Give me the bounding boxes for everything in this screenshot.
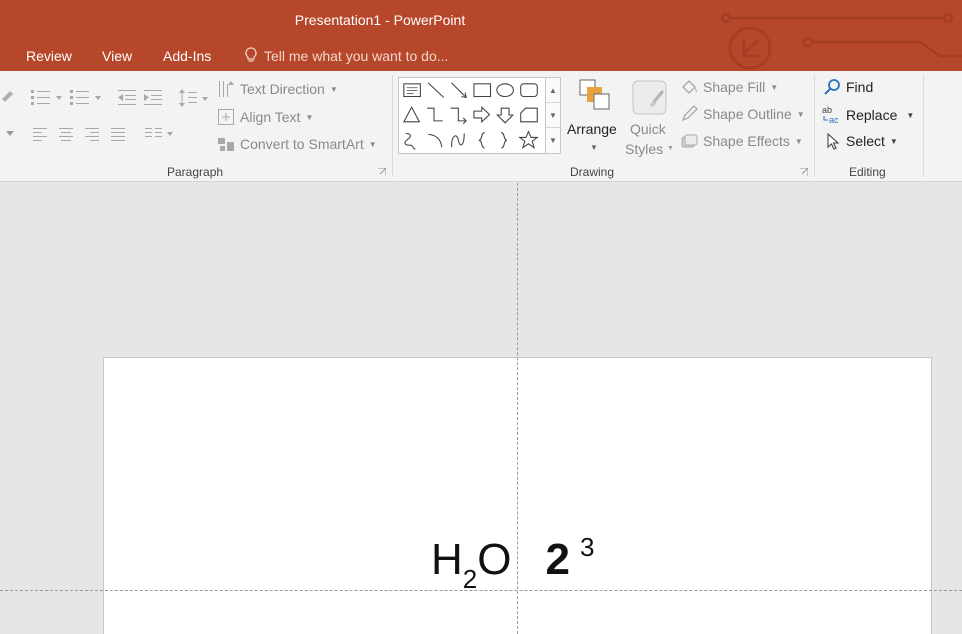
tab-review[interactable]: Review (26, 48, 72, 64)
replace-button[interactable]: ab ac Replace ▼ (821, 105, 914, 125)
chevron-down-icon: ▼ (770, 82, 779, 92)
tab-add-ins[interactable]: Add-Ins (163, 48, 211, 64)
search-icon (824, 79, 840, 95)
columns-icon[interactable] (144, 127, 176, 141)
power-base: 2 (545, 535, 570, 584)
chevron-down-icon: ▼ (368, 139, 377, 149)
align-text-icon (218, 109, 234, 125)
arrange-label: Arrange (567, 121, 617, 137)
quick-styles-button[interactable]: Quick Styles ▼ (624, 77, 676, 161)
justify-icon[interactable] (110, 127, 126, 141)
chevron-down-icon: ▼ (667, 145, 674, 152)
convert-smartart-button[interactable]: Convert to SmartArt ▼ (217, 135, 377, 153)
tell-me-placeholder: Tell me what you want to do... (264, 47, 449, 64)
gallery-scroll[interactable]: ▲ ▼ ▼ (545, 77, 561, 154)
cursor-arrow-icon (827, 132, 840, 150)
formula-subscript: 2 (462, 564, 478, 594)
find-button[interactable]: Find (823, 78, 873, 96)
bullets-icon[interactable] (30, 88, 64, 106)
shape-fill-button[interactable]: Shape Fill ▼ (680, 78, 778, 96)
numbering-icon[interactable] (69, 88, 103, 106)
shapes-gallery[interactable] (398, 77, 546, 154)
group-separator (392, 75, 393, 177)
svg-text:ac: ac (829, 115, 839, 125)
chevron-down-icon[interactable] (6, 131, 14, 137)
format-painter-icon[interactable] (0, 87, 14, 103)
chevron-down-icon: ▼ (889, 136, 898, 146)
smartart-icon (218, 138, 234, 151)
group-separator (923, 75, 924, 177)
chevron-down-icon: ▼ (796, 109, 805, 119)
shape-effects-button[interactable]: Shape Effects ▼ (680, 132, 803, 150)
align-right-icon[interactable] (84, 127, 100, 141)
align-text-label: Align Text (240, 109, 301, 125)
svg-text:ab: ab (822, 105, 832, 115)
tab-view[interactable]: View (102, 48, 132, 64)
shape-effects-label: Shape Effects (703, 133, 790, 149)
ribbon: Text Direction ▼ Align Text ▼ Convert to… (0, 71, 962, 182)
chevron-down-icon: ▼ (305, 112, 314, 122)
text-direction-icon (219, 81, 234, 97)
group-separator (814, 75, 815, 177)
select-button[interactable]: Select ▼ (825, 132, 898, 150)
power-exponent: 3 (579, 532, 595, 562)
slide-text-box[interactable]: H2O 2 3 (431, 532, 595, 594)
shape-outline-label: Shape Outline (703, 106, 792, 122)
tell-me-box[interactable]: Tell me what you want to do... (244, 47, 448, 64)
formula-base: H (431, 535, 463, 584)
decrease-indent-icon[interactable] (117, 88, 137, 106)
shape-effects-icon (681, 134, 698, 148)
text-direction-label: Text Direction (240, 81, 325, 97)
align-left-icon[interactable] (32, 127, 48, 141)
gallery-more-icon[interactable]: ▼ (546, 128, 560, 153)
convert-smartart-label: Convert to SmartArt (240, 136, 364, 152)
align-text-button[interactable]: Align Text ▼ (217, 107, 313, 127)
replace-label: Replace (846, 107, 898, 123)
drawing-group-label: Drawing (570, 165, 615, 179)
chevron-down-icon: ▼ (329, 84, 338, 94)
slide-canvas[interactable]: H2O 2 3 (0, 183, 962, 634)
quick-styles-label-2: Styles (625, 141, 664, 157)
paragraph-dialog-launcher-icon[interactable] (378, 168, 386, 176)
arrange-button[interactable]: Arrange ▼ (564, 77, 624, 161)
line-spacing-icon[interactable] (178, 88, 210, 108)
window-title: Presentation1 - PowerPoint (294, 12, 466, 28)
lightbulb-icon (245, 47, 257, 62)
pencil-icon (681, 105, 698, 122)
chevron-down-icon: ▼ (906, 110, 915, 120)
chevron-down-icon: ▼ (794, 136, 803, 146)
align-center-icon[interactable] (58, 127, 74, 141)
quick-styles-icon (632, 80, 667, 115)
gallery-scroll-up-icon[interactable]: ▲ (546, 78, 560, 103)
paragraph-group-label: Paragraph (167, 165, 224, 179)
arrange-icon (579, 79, 610, 110)
increase-indent-icon[interactable] (143, 88, 163, 106)
select-label: Select (846, 133, 885, 149)
chevron-down-icon: ▼ (590, 143, 598, 152)
text-direction-button[interactable]: Text Direction ▼ (217, 79, 338, 99)
drawing-dialog-launcher-icon[interactable] (800, 168, 808, 176)
shape-fill-label: Shape Fill (703, 79, 766, 95)
circuit-decoration (720, 12, 962, 70)
paint-bucket-icon (682, 80, 697, 94)
formula-end: O (477, 535, 512, 584)
replace-icon: abac (822, 105, 839, 125)
gallery-scroll-down-icon[interactable]: ▼ (546, 103, 560, 128)
horizontal-guide[interactable] (0, 590, 962, 591)
shape-outline-button[interactable]: Shape Outline ▼ (680, 105, 805, 123)
find-label: Find (846, 79, 874, 95)
editing-group-label: Editing (849, 165, 886, 179)
quick-styles-label-1: Quick (630, 121, 666, 137)
